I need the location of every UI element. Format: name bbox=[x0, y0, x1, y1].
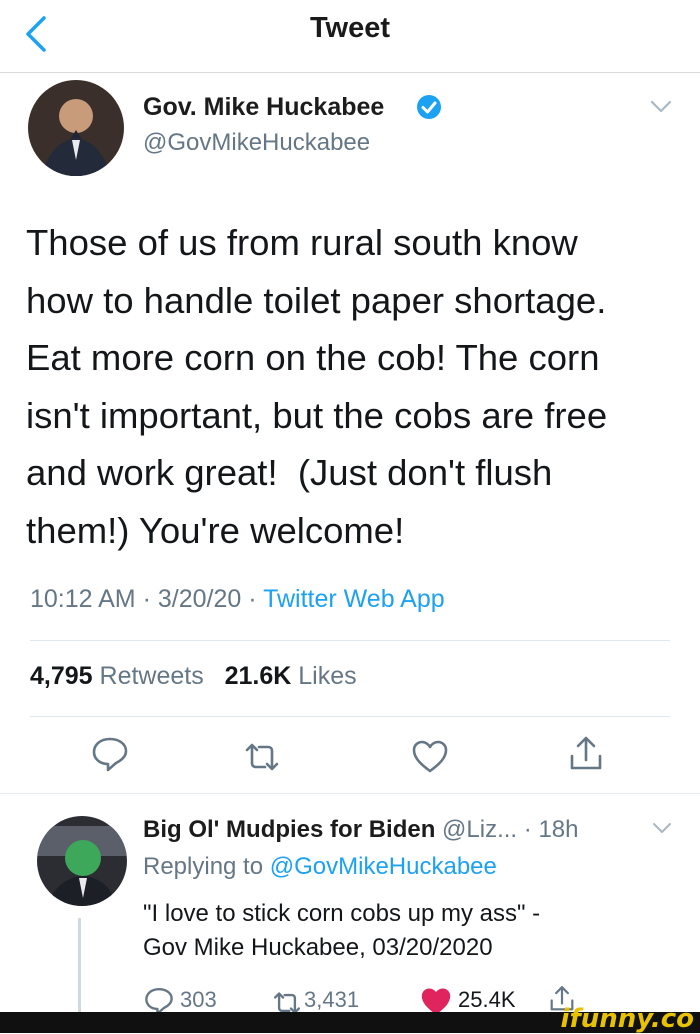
divider bbox=[0, 793, 700, 794]
meta-separator: · bbox=[248, 585, 257, 613]
tweet-source-link[interactable]: Twitter Web App bbox=[263, 585, 445, 613]
page-title: Tweet bbox=[309, 12, 391, 44]
reply-line: Gov Mike Huckabee, 03/20/2020 bbox=[143, 934, 493, 961]
reply-replies-count: 303 bbox=[180, 987, 217, 1012]
tweet-stats: 4,795 Retweets 21.6K Likes bbox=[30, 662, 357, 691]
author-handle[interactable]: @GovMikeHuckabee bbox=[143, 129, 370, 157]
retweet-icon[interactable] bbox=[243, 738, 281, 776]
share-icon[interactable] bbox=[567, 735, 605, 773]
retweets-stat[interactable]: 4,795 Retweets bbox=[30, 662, 204, 690]
reply-header: Big Ol' Mudpies for Biden @Liz... · 18h bbox=[143, 816, 578, 844]
author-avatar[interactable] bbox=[28, 80, 124, 176]
tweet-date: 3/20/20 bbox=[157, 585, 242, 613]
meta-separator: · bbox=[523, 816, 532, 843]
reply-likes-count: 25.4K bbox=[458, 987, 516, 1012]
likes-count: 21.6K bbox=[224, 662, 292, 690]
replying-prefix: Replying to bbox=[143, 853, 264, 880]
reply-text: "I love to stick corn cobs up my ass" - … bbox=[143, 897, 540, 965]
reply-author-name[interactable]: Big Ol' Mudpies for Biden bbox=[143, 816, 435, 843]
tweet-line: and work great! (Just don't flush bbox=[26, 452, 553, 493]
tweet-line: isn't important, but the cobs are free bbox=[26, 394, 608, 436]
likes-stat[interactable]: 21.6K Likes bbox=[225, 662, 357, 690]
verified-badge-icon bbox=[417, 95, 441, 119]
divider bbox=[30, 716, 670, 717]
reply-icon[interactable] bbox=[91, 735, 129, 773]
reply-retweets-count: 3,431 bbox=[304, 987, 360, 1012]
thread-line bbox=[78, 918, 81, 1018]
ifunny-watermark: ifunny.co bbox=[560, 1004, 694, 1034]
reply-line: "I love to stick corn cobs up my ass" - bbox=[143, 900, 541, 927]
likes-label: Likes bbox=[298, 662, 357, 690]
reply-age: 18h bbox=[538, 816, 579, 843]
tweet-time: 10:12 AM bbox=[30, 585, 136, 613]
tweet-text: Those of us from rural south know how to… bbox=[26, 214, 676, 559]
reply-author-avatar[interactable] bbox=[37, 816, 127, 906]
chevron-down-icon[interactable] bbox=[650, 100, 672, 114]
retweets-label: Retweets bbox=[99, 662, 204, 690]
tweet-line: Those of us from rural south know bbox=[26, 222, 578, 263]
like-icon[interactable] bbox=[411, 738, 449, 776]
chevron-down-icon[interactable] bbox=[652, 822, 672, 834]
reply-author-handle[interactable]: @Liz... bbox=[442, 816, 517, 843]
header-divider bbox=[0, 72, 700, 73]
divider bbox=[30, 640, 670, 641]
replying-handle-link[interactable]: @GovMikeHuckabee bbox=[270, 853, 497, 880]
tweet-line: how to handle toilet paper shortage. bbox=[26, 279, 607, 321]
replying-to: Replying to @GovMikeHuckabee bbox=[143, 853, 497, 881]
author-name[interactable]: Gov. Mike Huckabee bbox=[143, 93, 384, 122]
tweet-line: them!) You're welcome! bbox=[26, 509, 405, 551]
meta-separator: · bbox=[142, 585, 151, 613]
retweets-count: 4,795 bbox=[30, 662, 93, 690]
tweet-line: Eat more corn on the cob! The corn bbox=[26, 337, 600, 378]
tweet-meta: 10:12 AM · 3/20/20 · Twitter Web App bbox=[30, 585, 445, 614]
